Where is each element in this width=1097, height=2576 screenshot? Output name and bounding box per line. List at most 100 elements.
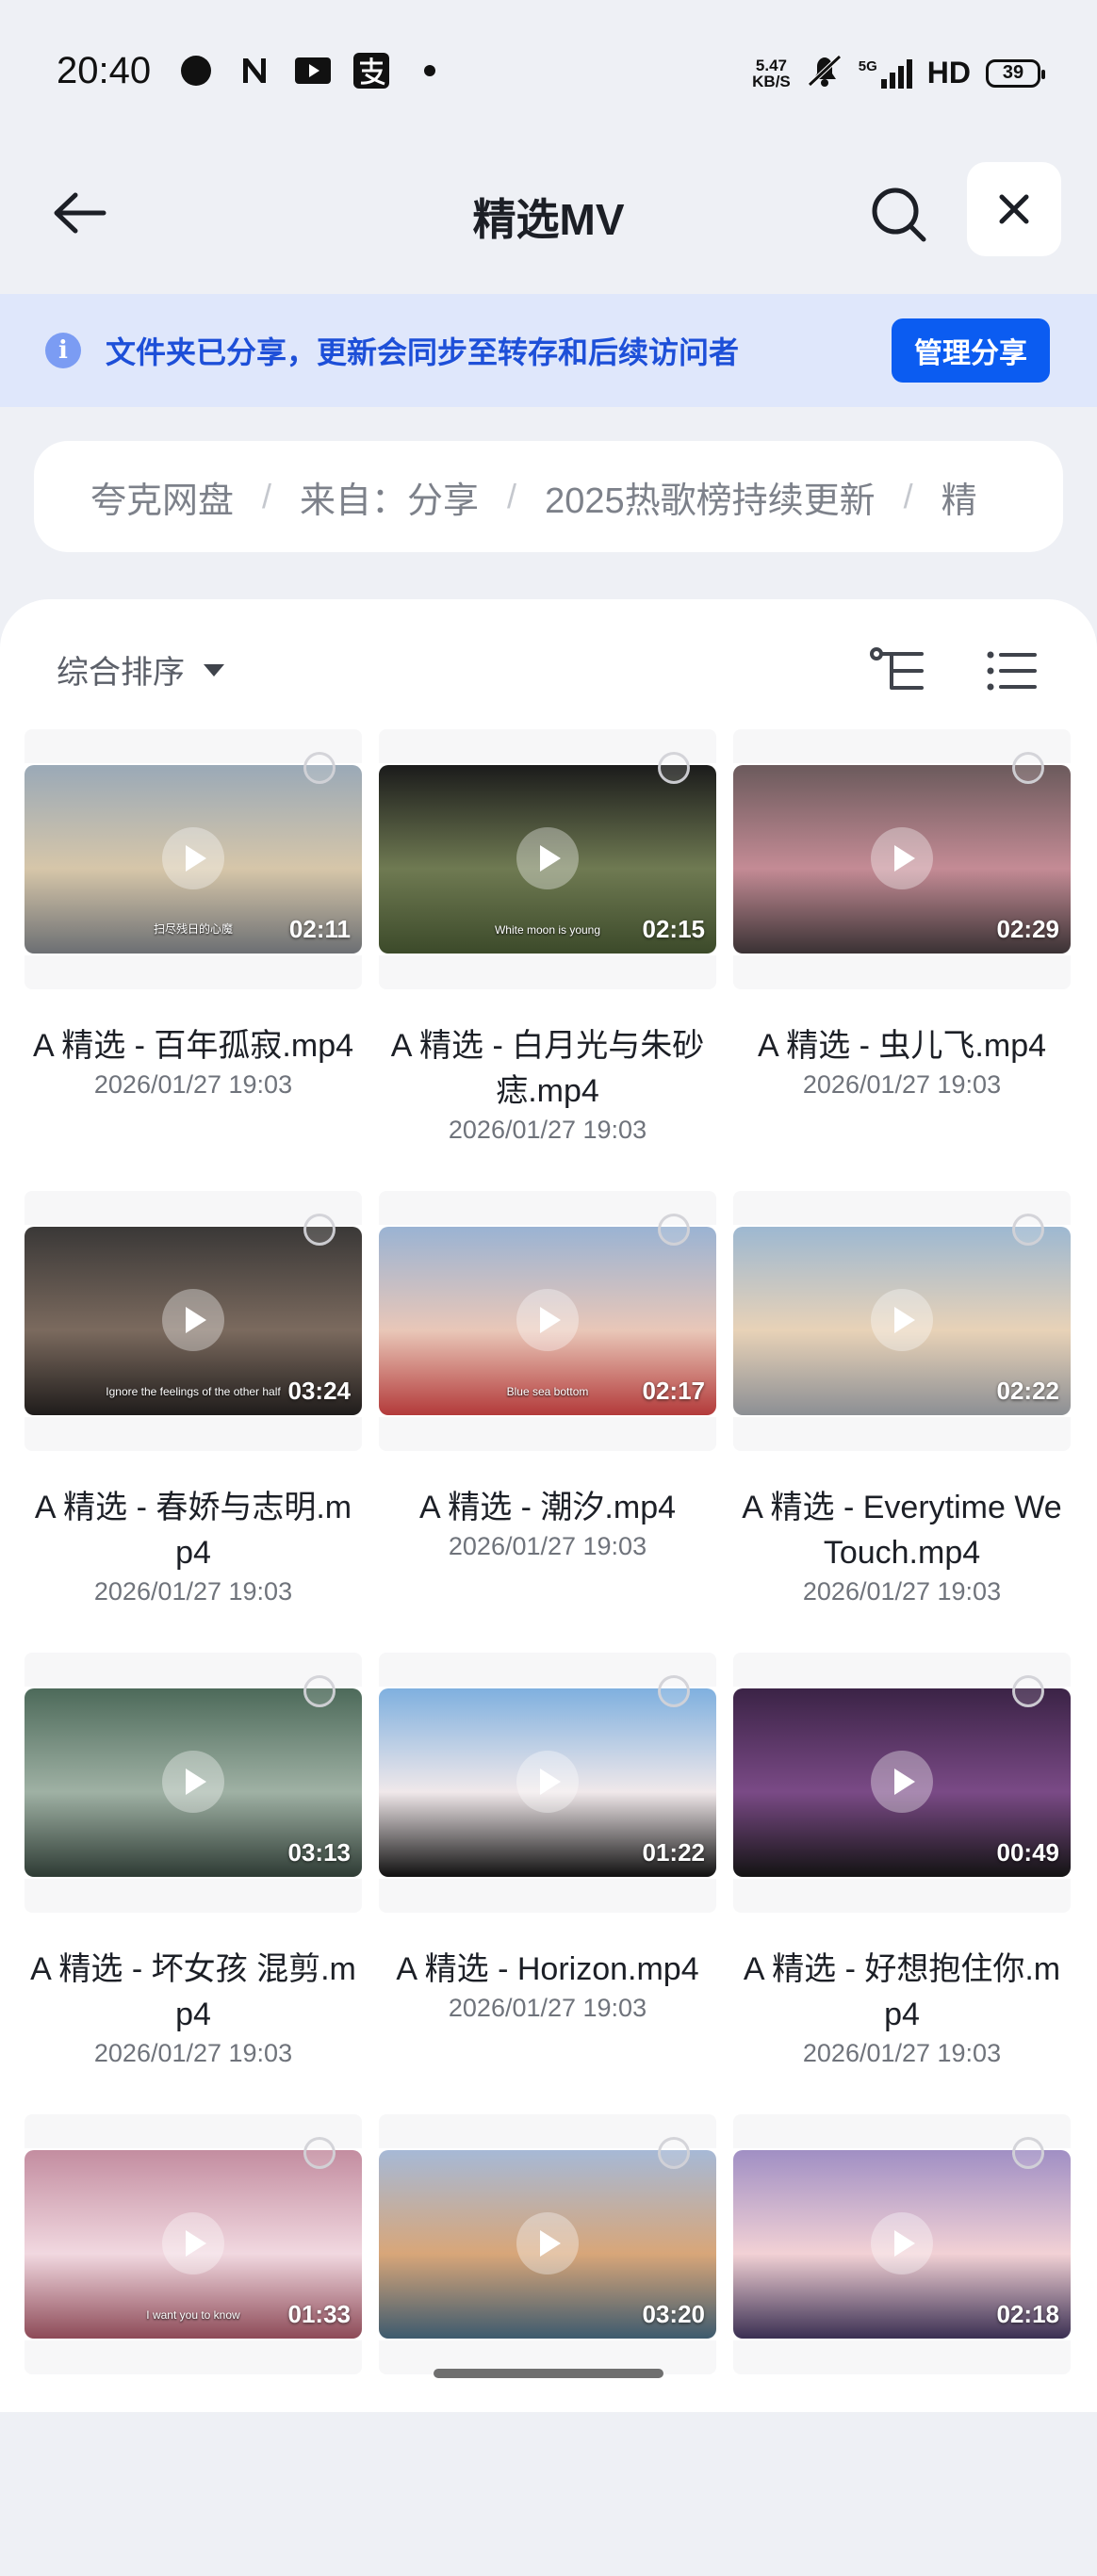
signal-label: 5G xyxy=(858,57,877,74)
play-icon xyxy=(516,1751,579,1813)
file-card[interactable]: 02:29 A 精选 - 虫儿飞.mp4 2026/01/27 19:03 xyxy=(733,729,1071,1191)
close-button[interactable] xyxy=(967,162,1061,256)
video-thumbnail[interactable]: 02:22 xyxy=(733,1227,1071,1415)
select-checkbox[interactable] xyxy=(303,752,336,784)
file-card[interactable]: White moon is young 02:15 A 精选 - 白月光与朱砂痣.m… xyxy=(379,729,716,1191)
file-date: 2026/01/27 19:03 xyxy=(448,1994,647,2022)
select-checkbox[interactable] xyxy=(658,1214,690,1246)
video-thumbnail[interactable]: White moon is young 02:15 xyxy=(379,765,716,954)
video-duration: 02:18 xyxy=(996,2300,1060,2328)
sort-dropdown[interactable]: 综合排序 xyxy=(57,646,224,693)
file-name: A 精选 - 好想抱住你.mp4 xyxy=(743,1951,1061,2032)
play-icon xyxy=(871,1751,933,1813)
file-card[interactable]: 01:22 A 精选 - Horizon.mp4 2026/01/27 19:03 xyxy=(379,1653,716,2114)
file-name: A 精选 - 虫儿飞.mp4 xyxy=(757,1028,1047,1064)
home-indicator[interactable] xyxy=(434,2369,663,2378)
play-icon xyxy=(162,2212,224,2274)
file-date: 2026/01/27 19:03 xyxy=(93,2039,293,2067)
file-name: A 精选 - 潮汐.mp4 xyxy=(418,1490,677,1525)
file-name: A 精选 - Everytime We Touch.mp4 xyxy=(742,1490,1062,1571)
select-checkbox[interactable] xyxy=(658,752,690,784)
breadcrumb-item-share[interactable]: 来自：分享 xyxy=(300,471,479,523)
video-thumbnail[interactable]: 02:29 xyxy=(733,765,1071,954)
share-banner: i 文件夹已分享，更新会同步至转存和后续访问者 管理分享 xyxy=(0,294,1097,407)
back-button[interactable] xyxy=(41,175,117,251)
tree-structure-icon xyxy=(870,647,924,690)
header: 精选MV xyxy=(0,141,1097,292)
breadcrumb-item-root[interactable]: 夸克网盘 xyxy=(90,471,234,523)
video-duration: 02:15 xyxy=(642,915,706,943)
select-checkbox[interactable] xyxy=(658,2137,690,2169)
file-card[interactable]: 00:49 A 精选 - 好想抱住你.mp4 2026/01/27 19:03 xyxy=(733,1653,1071,2114)
select-checkbox[interactable] xyxy=(303,1214,336,1246)
file-date: 2026/01/27 19:03 xyxy=(448,1116,647,1144)
thumbnail-frame-bottom xyxy=(733,955,1071,989)
signal-icon: 5G xyxy=(859,58,912,89)
search-button[interactable] xyxy=(860,175,939,254)
file-card[interactable]: Blue sea bottom 02:17 A 精选 - 潮汐.mp4 2026/01… xyxy=(379,1191,716,1653)
thumbnail-frame-bottom xyxy=(25,2340,362,2374)
file-date: 2026/01/27 19:03 xyxy=(93,1577,293,1606)
select-checkbox[interactable] xyxy=(1012,2137,1044,2169)
thumbnail-frame-bottom xyxy=(25,955,362,989)
file-card[interactable]: 02:18 xyxy=(733,2114,1071,2576)
file-card[interactable]: Ignore the feelings of the other half 03:… xyxy=(25,1191,362,1653)
select-checkbox[interactable] xyxy=(1012,1675,1044,1707)
video-duration: 02:29 xyxy=(996,915,1060,943)
video-thumbnail[interactable]: Blue sea bottom 02:17 xyxy=(379,1227,716,1415)
battery-icon: 39 xyxy=(986,58,1045,88)
video-thumbnail[interactable]: 00:49 xyxy=(733,1688,1071,1877)
video-thumbnail[interactable]: 02:18 xyxy=(733,2150,1071,2339)
video-thumbnail[interactable]: I want you to know 01:33 xyxy=(25,2150,362,2339)
play-icon xyxy=(516,1289,579,1351)
play-icon xyxy=(162,827,224,889)
breadcrumb-separator: / xyxy=(507,477,517,515)
video-thumbnail[interactable]: 03:20 xyxy=(379,2150,716,2339)
breadcrumb: 夸克网盘 / 来自：分享 / 2025热歌榜持续更新 / 精 xyxy=(34,441,1063,552)
file-card[interactable]: 03:20 xyxy=(379,2114,716,2576)
breadcrumb-item-current[interactable]: 精 xyxy=(941,471,977,523)
file-card[interactable]: I want you to know 01:33 xyxy=(25,2114,362,2576)
select-checkbox[interactable] xyxy=(1012,752,1044,784)
net-speed-value: 5.47 xyxy=(755,56,787,74)
breadcrumb-separator: / xyxy=(262,477,272,515)
select-checkbox[interactable] xyxy=(303,1675,336,1707)
tree-view-button[interactable] xyxy=(863,635,935,707)
thumbnail-frame-bottom xyxy=(25,1879,362,1913)
select-checkbox[interactable] xyxy=(1012,1214,1044,1246)
thumbnail-frame-bottom xyxy=(379,955,716,989)
breadcrumb-separator: / xyxy=(903,477,913,515)
page-title: 精选MV xyxy=(472,195,625,244)
play-icon xyxy=(162,1751,224,1813)
play-icon xyxy=(871,827,933,889)
video-thumbnail[interactable]: 03:13 xyxy=(25,1688,362,1877)
file-card[interactable]: 03:13 A 精选 - 坏女孩 混剪.mp4 2026/01/27 19:03 xyxy=(25,1653,362,2114)
video-thumbnail[interactable]: Ignore the feelings of the other half 03:… xyxy=(25,1227,362,1415)
select-checkbox[interactable] xyxy=(303,2137,336,2169)
video-thumbnail[interactable]: 扫尽残日的心魔 02:11 xyxy=(25,765,362,954)
play-icon xyxy=(516,2212,579,2274)
mute-bell-icon xyxy=(806,53,843,93)
video-duration: 02:17 xyxy=(642,1377,706,1405)
file-date: 2026/01/27 19:03 xyxy=(802,1577,1002,1606)
manage-share-button[interactable]: 管理分享 xyxy=(892,318,1050,383)
circle-app-icon xyxy=(177,52,215,90)
video-duration: 02:22 xyxy=(996,1377,1060,1405)
close-icon xyxy=(999,194,1029,224)
search-icon xyxy=(872,187,926,242)
status-bar: 20:40 5.47 KB/S 5G HD 39 xyxy=(0,0,1097,141)
file-name: A 精选 - 百年孤寂.mp4 xyxy=(32,1028,354,1064)
play-icon xyxy=(871,2212,933,2274)
play-icon xyxy=(162,1289,224,1351)
video-duration: 02:11 xyxy=(288,915,351,943)
arrow-left-icon xyxy=(54,192,106,234)
list-view-button[interactable] xyxy=(976,635,1048,707)
file-card[interactable]: 扫尽残日的心魔 02:11 A 精选 - 百年孤寂.mp4 2026/01/27 19… xyxy=(25,729,362,1191)
thumbnail-frame-bottom xyxy=(733,1879,1071,1913)
breadcrumb-item-folder[interactable]: 2025热歌榜持续更新 xyxy=(545,471,876,523)
select-checkbox[interactable] xyxy=(658,1675,690,1707)
file-card[interactable]: 02:22 A 精选 - Everytime We Touch.mp4 2026/0… xyxy=(733,1191,1071,1653)
video-thumbnail[interactable]: 01:22 xyxy=(379,1688,716,1877)
notification-icons xyxy=(177,52,449,90)
n-app-icon xyxy=(236,52,273,90)
